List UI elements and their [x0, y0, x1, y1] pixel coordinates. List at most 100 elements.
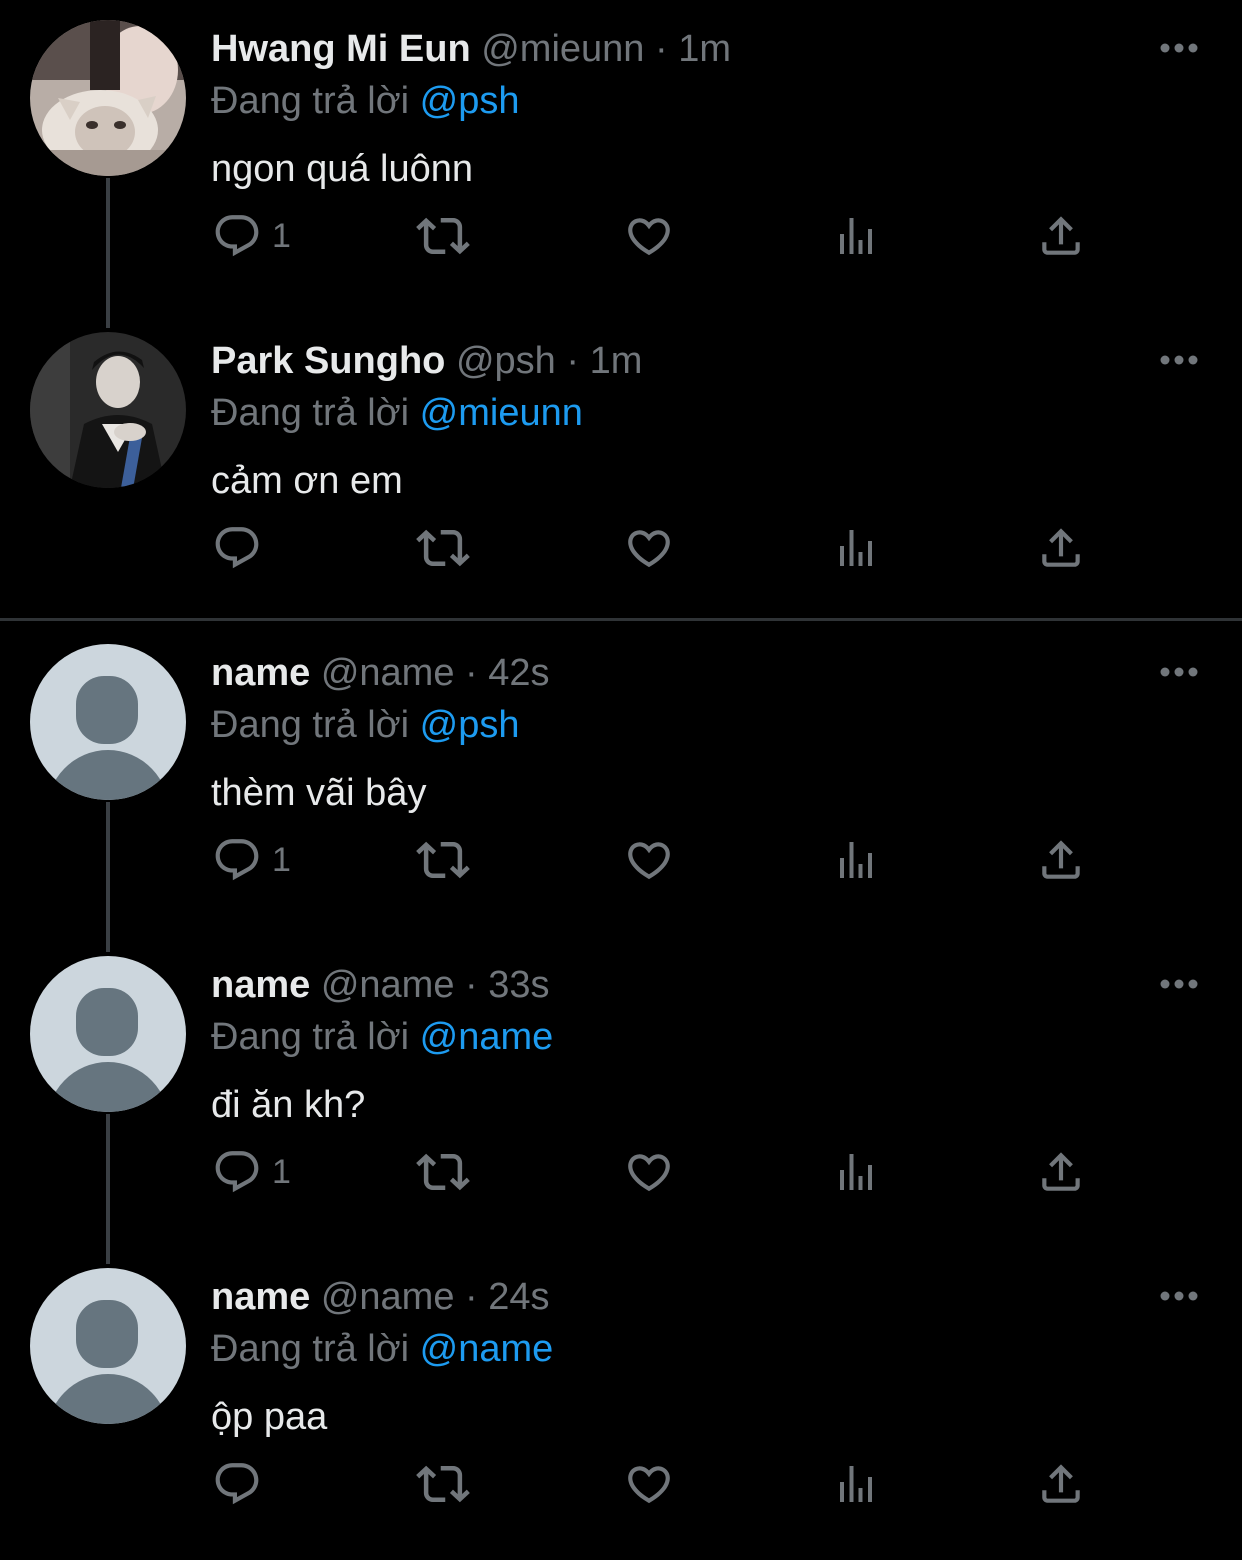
more-options-button[interactable]	[1156, 970, 1202, 998]
more-options-button[interactable]	[1156, 658, 1202, 686]
reply-button[interactable]: 1	[212, 1146, 291, 1198]
like-icon	[628, 530, 670, 568]
share-icon	[1042, 1152, 1080, 1191]
more-options-icon	[1160, 1291, 1198, 1301]
separator: ·	[465, 1276, 478, 1318]
views-icon	[840, 1466, 872, 1502]
reply-icon	[215, 839, 259, 881]
display-name[interactable]: name	[211, 964, 310, 1006]
tweet[interactable]: name @name · 33s Đang trả lời @name đi ă…	[0, 936, 1242, 1264]
section-divider	[0, 618, 1242, 621]
handle[interactable]: @psh	[456, 340, 556, 382]
display-name[interactable]: Park Sungho	[211, 340, 445, 382]
replying-to: Đang trả lời @psh	[211, 78, 520, 124]
replying-mention[interactable]: @mieunn	[420, 392, 583, 434]
avatar-photo-girl-with-cat	[30, 20, 186, 176]
share-button[interactable]	[1036, 834, 1086, 886]
reply-count: 1	[272, 216, 291, 255]
avatar[interactable]	[30, 644, 186, 800]
views-icon	[840, 842, 872, 878]
retweet-button[interactable]	[416, 522, 470, 574]
more-options-icon	[1160, 979, 1198, 989]
views-icon	[840, 1154, 872, 1190]
retweet-button[interactable]	[416, 1458, 470, 1510]
share-icon	[1042, 216, 1080, 255]
retweet-button[interactable]	[416, 1146, 470, 1198]
share-button[interactable]	[1036, 522, 1086, 574]
reply-button[interactable]	[212, 1458, 272, 1510]
action-bar: 1	[0, 210, 1242, 262]
views-button[interactable]	[832, 210, 880, 262]
handle[interactable]: @mieunn	[481, 28, 644, 70]
display-name[interactable]: name	[211, 1276, 310, 1318]
views-button[interactable]	[832, 834, 880, 886]
retweet-button[interactable]	[416, 834, 470, 886]
timestamp[interactable]: 1m	[590, 340, 643, 382]
like-icon	[628, 842, 670, 880]
replying-mention[interactable]: @name	[420, 1016, 554, 1058]
action-bar	[0, 1458, 1242, 1510]
separator: ·	[465, 652, 478, 694]
timestamp[interactable]: 42s	[488, 652, 549, 694]
share-button[interactable]	[1036, 1458, 1086, 1510]
retweet-icon	[416, 1153, 470, 1191]
avatar[interactable]	[30, 1268, 186, 1424]
timestamp[interactable]: 24s	[488, 1276, 549, 1318]
timestamp[interactable]: 1m	[678, 28, 731, 70]
timestamp[interactable]: 33s	[488, 964, 549, 1006]
more-options-button[interactable]	[1156, 1282, 1202, 1310]
more-options-button[interactable]	[1156, 34, 1202, 62]
reply-button[interactable]: 1	[212, 834, 291, 886]
more-options-button[interactable]	[1156, 346, 1202, 374]
like-button[interactable]	[624, 522, 674, 574]
handle[interactable]: @name	[321, 964, 455, 1006]
reply-count: 1	[272, 840, 291, 879]
like-icon	[628, 218, 670, 256]
separator: ·	[465, 964, 478, 1006]
replying-mention[interactable]: @psh	[420, 704, 520, 746]
default-profile-icon	[30, 644, 186, 800]
share-icon	[1042, 528, 1080, 567]
action-bar	[0, 522, 1242, 574]
retweet-button[interactable]	[416, 210, 470, 262]
avatar[interactable]	[30, 332, 186, 488]
replying-mention[interactable]: @name	[420, 1328, 554, 1370]
handle[interactable]: @name	[321, 1276, 455, 1318]
replying-to: Đang trả lời @name	[211, 1014, 553, 1060]
tweet[interactable]: name @name · 24s Đang trả lời @name ộp p…	[0, 1248, 1242, 1560]
reply-button[interactable]	[212, 522, 272, 574]
like-button[interactable]	[624, 1146, 674, 1198]
tweet[interactable]: Park Sungho @psh · 1m Đang trả lời @mieu…	[0, 312, 1242, 624]
views-icon	[840, 530, 872, 566]
replying-prefix: Đang trả lời	[211, 80, 410, 122]
tweet-header: Park Sungho @psh · 1m	[211, 338, 642, 384]
share-button[interactable]	[1036, 1146, 1086, 1198]
share-icon	[1042, 1464, 1080, 1503]
more-options-icon	[1160, 43, 1198, 53]
reply-icon	[215, 1463, 259, 1505]
like-icon	[628, 1466, 670, 1504]
views-button[interactable]	[832, 522, 880, 574]
replying-mention[interactable]: @psh	[420, 80, 520, 122]
replying-to: Đang trả lời @name	[211, 1326, 553, 1372]
like-button[interactable]	[624, 210, 674, 262]
views-button[interactable]	[832, 1146, 880, 1198]
retweet-icon	[416, 841, 470, 879]
like-button[interactable]	[624, 1458, 674, 1510]
replying-prefix: Đang trả lời	[211, 704, 410, 746]
tweet-header: name @name · 33s	[211, 962, 550, 1008]
display-name[interactable]: name	[211, 652, 310, 694]
tweet-text: ộp paa	[211, 1396, 328, 1438]
like-button[interactable]	[624, 834, 674, 886]
default-profile-icon	[30, 956, 186, 1112]
reply-button[interactable]: 1	[212, 210, 291, 262]
avatar[interactable]	[30, 956, 186, 1112]
share-button[interactable]	[1036, 210, 1086, 262]
tweet-header: name @name · 42s	[211, 650, 550, 696]
views-button[interactable]	[832, 1458, 880, 1510]
tweet[interactable]: Hwang Mi Eun @mieunn · 1m Đang trả lời @…	[0, 0, 1242, 328]
tweet[interactable]: name @name · 42s Đang trả lời @psh thèm …	[0, 624, 1242, 952]
avatar[interactable]	[30, 20, 186, 176]
display-name[interactable]: Hwang Mi Eun	[211, 28, 471, 70]
handle[interactable]: @name	[321, 652, 455, 694]
